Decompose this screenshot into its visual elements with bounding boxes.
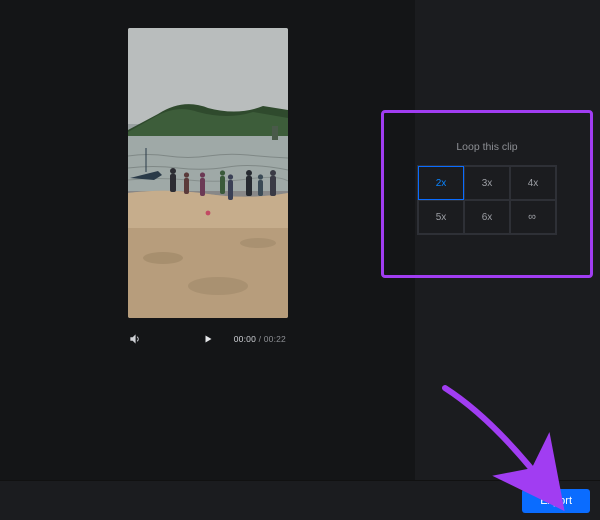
loop-option-6x[interactable]: 6x (464, 200, 510, 234)
volume-icon[interactable] (128, 332, 142, 346)
loop-option-infinite[interactable]: ∞ (510, 200, 556, 234)
loop-option-4x[interactable]: 4x (510, 166, 556, 200)
time-display: 00:00 / 00:22 (234, 334, 286, 344)
app-root: 00:00 / 00:22 Loop this clip 2x 3x 4x 5x… (0, 0, 600, 520)
preview-pane: 00:00 / 00:22 (0, 0, 415, 480)
loop-option-2x[interactable]: 2x (418, 166, 464, 200)
settings-pane: Loop this clip 2x 3x 4x 5x 6x ∞ (415, 0, 600, 480)
play-button[interactable] (199, 330, 217, 348)
bottom-bar: Export (0, 480, 600, 520)
playback-controls: 00:00 / 00:22 (128, 327, 288, 351)
total-duration: 00:22 (264, 334, 286, 344)
loop-panel-highlight: Loop this clip 2x 3x 4x 5x 6x ∞ (381, 110, 593, 278)
loop-options-grid: 2x 3x 4x 5x 6x ∞ (417, 165, 557, 235)
infinity-icon: ∞ (528, 211, 538, 223)
export-button[interactable]: Export (522, 489, 590, 513)
current-time: 00:00 (234, 334, 256, 344)
loop-panel-title: Loop this clip (402, 141, 572, 153)
loop-option-3x[interactable]: 3x (464, 166, 510, 200)
content-area: 00:00 / 00:22 Loop this clip 2x 3x 4x 5x… (0, 0, 600, 480)
loop-option-5x[interactable]: 5x (418, 200, 464, 234)
video-preview[interactable] (128, 28, 288, 318)
